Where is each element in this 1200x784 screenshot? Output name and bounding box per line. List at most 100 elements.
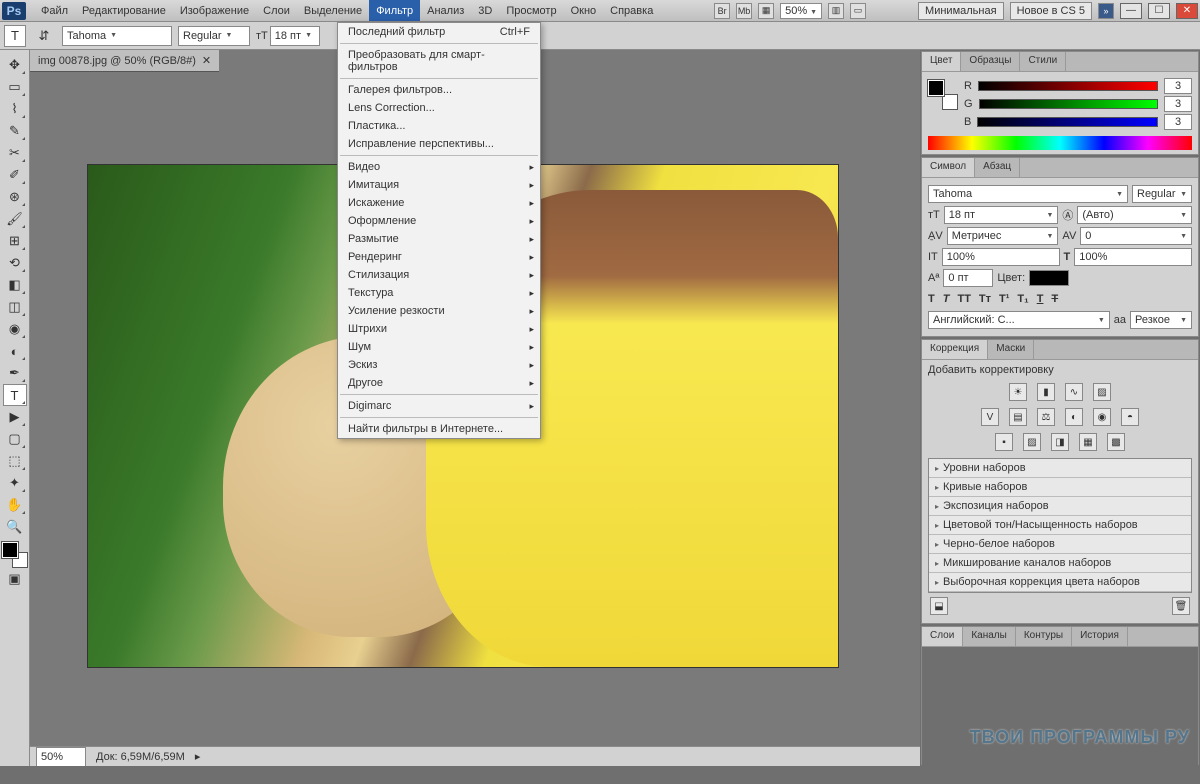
all-caps[interactable]: TT bbox=[957, 293, 970, 305]
document-tab[interactable]: img 00878.jpg @ 50% (RGB/8#) ✕ bbox=[30, 50, 219, 72]
b-value[interactable]: 3 bbox=[1164, 114, 1192, 130]
preset-hue[interactable]: Цветовой тон/Насыщенность наборов bbox=[929, 516, 1191, 535]
char-language[interactable]: Английский: С... bbox=[928, 311, 1110, 329]
eyedropper-tool[interactable]: ✐ bbox=[3, 164, 27, 186]
preset-bw[interactable]: Черно-белое наборов bbox=[929, 535, 1191, 554]
g-value[interactable]: 3 bbox=[1164, 96, 1192, 112]
3d-camera-tool[interactable]: ✦ bbox=[3, 472, 27, 494]
menu-select[interactable]: Выделение bbox=[297, 0, 369, 21]
hand-tool[interactable]: ✋ bbox=[3, 494, 27, 516]
preset-levels[interactable]: Уровни наборов bbox=[929, 459, 1191, 478]
char-tracking[interactable]: Метричес bbox=[947, 227, 1059, 245]
path-select-tool[interactable]: ▶ bbox=[3, 406, 27, 428]
filter-pixelate[interactable]: Оформление bbox=[338, 212, 540, 230]
tab-color[interactable]: Цвет bbox=[922, 52, 961, 71]
preset-selective[interactable]: Выборочная коррекция цвета наборов bbox=[929, 573, 1191, 592]
move-tool[interactable]: ✥ bbox=[3, 54, 27, 76]
tab-styles[interactable]: Стили bbox=[1020, 52, 1066, 71]
font-style-select[interactable]: Regular bbox=[178, 26, 250, 46]
type-tool[interactable]: T bbox=[3, 384, 27, 406]
menu-3d[interactable]: 3D bbox=[471, 0, 499, 21]
char-antialias[interactable]: Резкое bbox=[1130, 311, 1192, 329]
filter-vanishing[interactable]: Исправление перспективы... bbox=[338, 135, 540, 153]
status-arrow-icon[interactable]: ▸ bbox=[195, 750, 201, 763]
marquee-tool[interactable]: ▭ bbox=[3, 76, 27, 98]
adj-gradient-icon[interactable]: ▦ bbox=[1079, 433, 1097, 451]
gradient-tool[interactable]: ◫ bbox=[3, 296, 27, 318]
whats-new-button[interactable]: Новое в CS 5 bbox=[1010, 2, 1092, 20]
lasso-tool[interactable]: ⌇ bbox=[3, 98, 27, 120]
small-caps[interactable]: Tᴛ bbox=[979, 293, 991, 305]
adj-balance-icon[interactable]: ⚖ bbox=[1037, 408, 1055, 426]
tab-paths[interactable]: Контуры bbox=[1016, 627, 1072, 646]
crop-tool[interactable]: ✂ bbox=[3, 142, 27, 164]
filter-browse-online[interactable]: Найти фильтры в Интернете... bbox=[338, 420, 540, 438]
subscript[interactable]: T₁ bbox=[1017, 293, 1028, 305]
eraser-tool[interactable]: ◧ bbox=[3, 274, 27, 296]
zoom-level-field[interactable]: 50% bbox=[780, 3, 822, 19]
faux-italic[interactable]: T bbox=[943, 293, 950, 305]
arrange-docs-icon[interactable]: ▥ bbox=[828, 3, 844, 19]
filter-distort[interactable]: Искажение bbox=[338, 194, 540, 212]
adj-invert-icon[interactable]: ▪ bbox=[995, 433, 1013, 451]
filter-sharpen[interactable]: Усиление резкости bbox=[338, 302, 540, 320]
clone-tool[interactable]: ⊞ bbox=[3, 230, 27, 252]
adj-mixer-icon[interactable]: ◓ bbox=[1121, 408, 1139, 426]
zoom-tool[interactable]: 🔍 bbox=[3, 516, 27, 538]
color-swatches[interactable] bbox=[2, 542, 28, 568]
brush-tool[interactable]: 🖌 bbox=[3, 208, 27, 230]
strikethrough[interactable]: T bbox=[1051, 293, 1058, 305]
shape-tool[interactable]: ▢ bbox=[3, 428, 27, 450]
preset-mixer[interactable]: Микширование каналов наборов bbox=[929, 554, 1191, 573]
font-size-select[interactable]: 18 пт bbox=[270, 26, 320, 46]
filter-noise[interactable]: Шум bbox=[338, 338, 540, 356]
menu-edit[interactable]: Редактирование bbox=[75, 0, 173, 21]
r-slider[interactable] bbox=[978, 81, 1158, 91]
tab-adjustments[interactable]: Коррекция bbox=[922, 340, 988, 359]
filter-artistic[interactable]: Имитация bbox=[338, 176, 540, 194]
healing-tool[interactable]: ⊛ bbox=[3, 186, 27, 208]
screen-mode-icon[interactable]: ▭ bbox=[850, 3, 866, 19]
tab-character[interactable]: Символ bbox=[922, 158, 975, 177]
pen-tool[interactable]: ✒ bbox=[3, 362, 27, 384]
adj-selective-icon[interactable]: ▩ bbox=[1107, 433, 1125, 451]
quickmask-toggle[interactable]: ▣ bbox=[3, 568, 27, 590]
r-value[interactable]: 3 bbox=[1164, 78, 1192, 94]
adj-bw-icon[interactable]: ◐ bbox=[1065, 408, 1083, 426]
adj-vibrance-icon[interactable]: V bbox=[981, 408, 999, 426]
menu-analysis[interactable]: Анализ bbox=[420, 0, 471, 21]
filter-sketch[interactable]: Эскиз bbox=[338, 356, 540, 374]
launch-bridge-icon[interactable]: Br bbox=[714, 3, 730, 19]
tab-masks[interactable]: Маски bbox=[988, 340, 1034, 359]
preset-exposure[interactable]: Экспозиция наборов bbox=[929, 497, 1191, 516]
filter-other[interactable]: Другое bbox=[338, 374, 540, 392]
workspace-switcher[interactable]: Минимальная bbox=[918, 2, 1004, 20]
char-color-swatch[interactable] bbox=[1029, 270, 1069, 286]
history-brush-tool[interactable]: ⟲ bbox=[3, 252, 27, 274]
filter-liquify[interactable]: Пластика... bbox=[338, 117, 540, 135]
tab-paragraph[interactable]: Абзац bbox=[975, 158, 1020, 177]
menu-layers[interactable]: Слои bbox=[256, 0, 297, 21]
blur-tool[interactable]: ◉ bbox=[3, 318, 27, 340]
menu-filter[interactable]: Фильтр bbox=[369, 0, 420, 21]
char-style[interactable]: Regular bbox=[1132, 185, 1192, 203]
filter-blur[interactable]: Размытие bbox=[338, 230, 540, 248]
filter-texture[interactable]: Текстура bbox=[338, 284, 540, 302]
tab-history[interactable]: История bbox=[1072, 627, 1128, 646]
status-zoom[interactable]: 50% bbox=[36, 747, 86, 767]
superscript[interactable]: T¹ bbox=[999, 293, 1009, 305]
expand-panels-icon[interactable]: » bbox=[1098, 3, 1114, 19]
adj-curves-icon[interactable]: ∿ bbox=[1065, 383, 1083, 401]
menu-window[interactable]: Окно bbox=[564, 0, 604, 21]
b-slider[interactable] bbox=[977, 117, 1158, 127]
preset-curves[interactable]: Кривые наборов bbox=[929, 478, 1191, 497]
menu-file[interactable]: Файл bbox=[34, 0, 75, 21]
char-vscale[interactable]: 100% bbox=[942, 248, 1060, 266]
extras-icon[interactable]: ▦ bbox=[758, 3, 774, 19]
char-hscale[interactable]: 100% bbox=[1074, 248, 1192, 266]
adj-brightness-icon[interactable]: ☀ bbox=[1009, 383, 1027, 401]
quick-select-tool[interactable]: ✎ bbox=[3, 120, 27, 142]
dodge-tool[interactable]: ◐ bbox=[3, 340, 27, 362]
tab-swatches[interactable]: Образцы bbox=[961, 52, 1020, 71]
menu-view[interactable]: Просмотр bbox=[499, 0, 563, 21]
